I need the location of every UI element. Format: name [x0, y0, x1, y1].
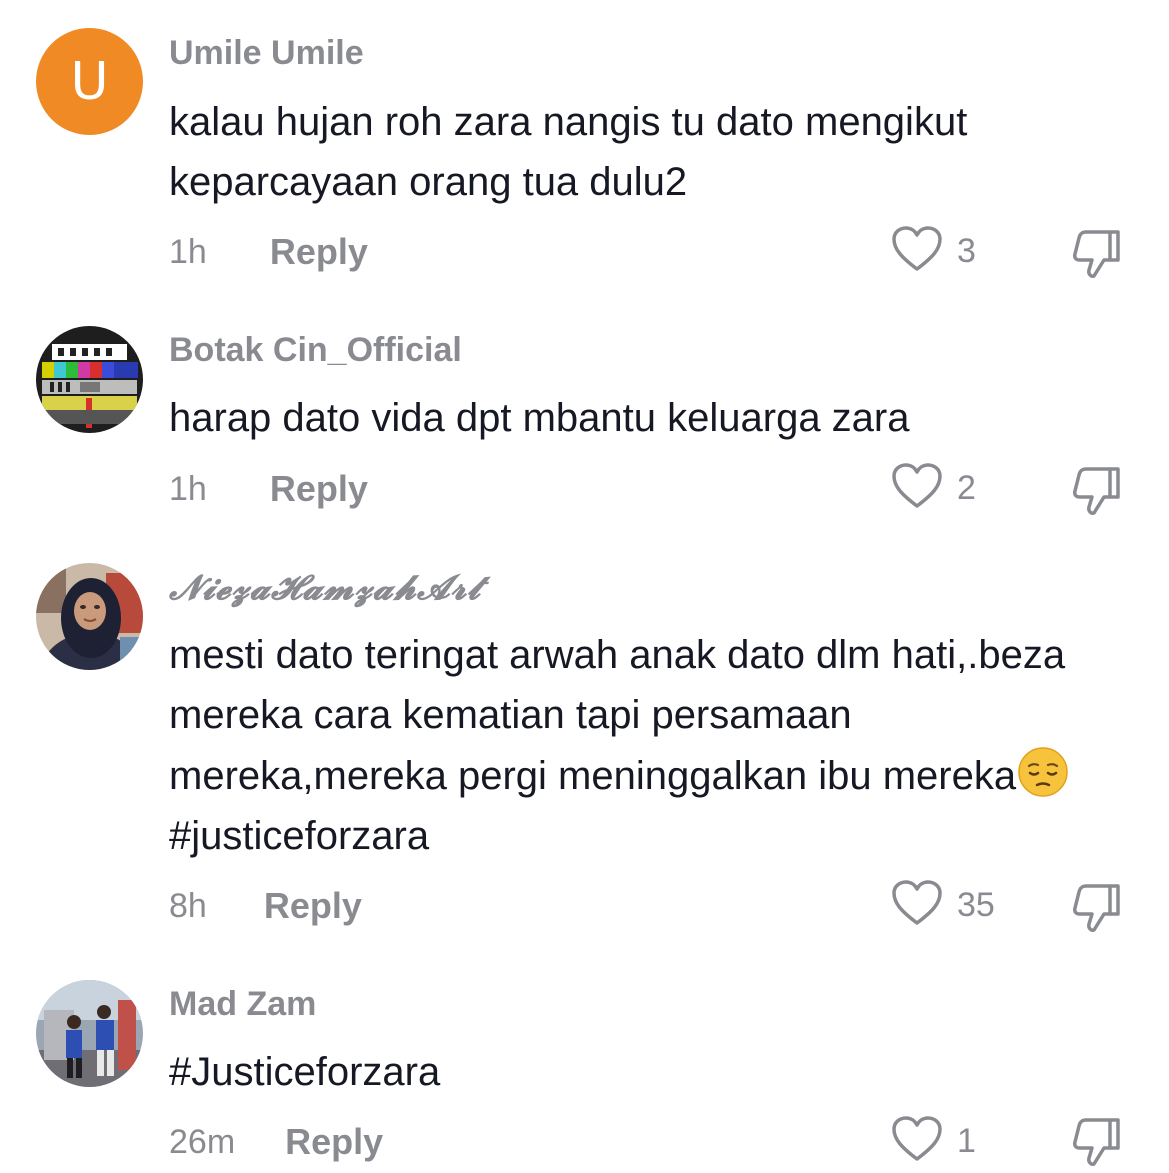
- reply-button[interactable]: Reply: [270, 468, 368, 510]
- pensive-face-icon: [1016, 745, 1070, 799]
- comment-time: 1h: [169, 469, 207, 508]
- comment-meta: 26m Reply: [169, 1120, 383, 1164]
- comment-text-main: mesti dato teringat arwah anak dato dlm …: [169, 633, 1066, 798]
- comment-time: 26m: [169, 1122, 236, 1161]
- dislike-button[interactable]: [1070, 880, 1124, 934]
- like-button[interactable]: 2: [891, 462, 976, 515]
- like-button[interactable]: 1: [891, 1115, 976, 1168]
- avatar-letter: U: [70, 51, 109, 112]
- comment-meta: 1h Reply: [169, 230, 368, 274]
- comment-text: kalau hujan roh zara nangis tu dato meng…: [169, 100, 968, 204]
- comment-meta: 8h Reply: [169, 884, 362, 928]
- hashtag-link[interactable]: #Justiceforzara: [169, 1050, 440, 1094]
- thumbs-down-icon: [1070, 1118, 1124, 1172]
- heart-icon: [891, 462, 943, 515]
- reply-button[interactable]: Reply: [285, 1121, 383, 1163]
- comment-text: #Justiceforzara: [169, 1042, 1129, 1102]
- comment-time: 8h: [169, 886, 207, 925]
- like-count: 3: [957, 231, 976, 270]
- like-count: 2: [957, 468, 976, 507]
- like-count: 35: [957, 885, 995, 924]
- heart-icon: [891, 1115, 943, 1168]
- hashtag-link[interactable]: #justiceforzara: [169, 814, 429, 858]
- comment-text: harap dato vida dpt mbantu keluarga zara: [169, 396, 910, 440]
- comment-username[interactable]: Umile Umile: [169, 34, 364, 73]
- avatar[interactable]: [36, 980, 143, 1087]
- dislike-button[interactable]: [1070, 226, 1124, 280]
- dislike-button[interactable]: [1070, 463, 1124, 517]
- comment-username[interactable]: 𝓝𝓲𝓮𝔃𝓪𝓗𝓪𝓶𝔃𝓪𝓱𝓐𝓻𝓽: [169, 568, 481, 608]
- comment-time: 1h: [169, 232, 207, 271]
- like-button[interactable]: 35: [891, 879, 995, 932]
- like-button[interactable]: 3: [891, 225, 976, 278]
- thumbs-down-icon: [1070, 467, 1124, 521]
- comment-username[interactable]: Botak Cin_Official: [169, 331, 462, 370]
- avatar[interactable]: [36, 563, 143, 670]
- comment-text: mesti dato teringat arwah anak dato dlm …: [169, 625, 1129, 866]
- dislike-button[interactable]: [1070, 1114, 1124, 1168]
- reply-button[interactable]: Reply: [264, 885, 362, 927]
- comment-meta: 1h Reply: [169, 467, 368, 511]
- heart-icon: [891, 879, 943, 932]
- reply-button[interactable]: Reply: [270, 231, 368, 273]
- heart-icon: [891, 225, 943, 278]
- avatar[interactable]: [36, 326, 143, 433]
- like-count: 1: [957, 1121, 976, 1160]
- avatar[interactable]: U: [36, 28, 143, 135]
- thumbs-down-icon: [1070, 230, 1124, 284]
- comment-username[interactable]: Mad Zam: [169, 985, 316, 1024]
- thumbs-down-icon: [1070, 884, 1124, 938]
